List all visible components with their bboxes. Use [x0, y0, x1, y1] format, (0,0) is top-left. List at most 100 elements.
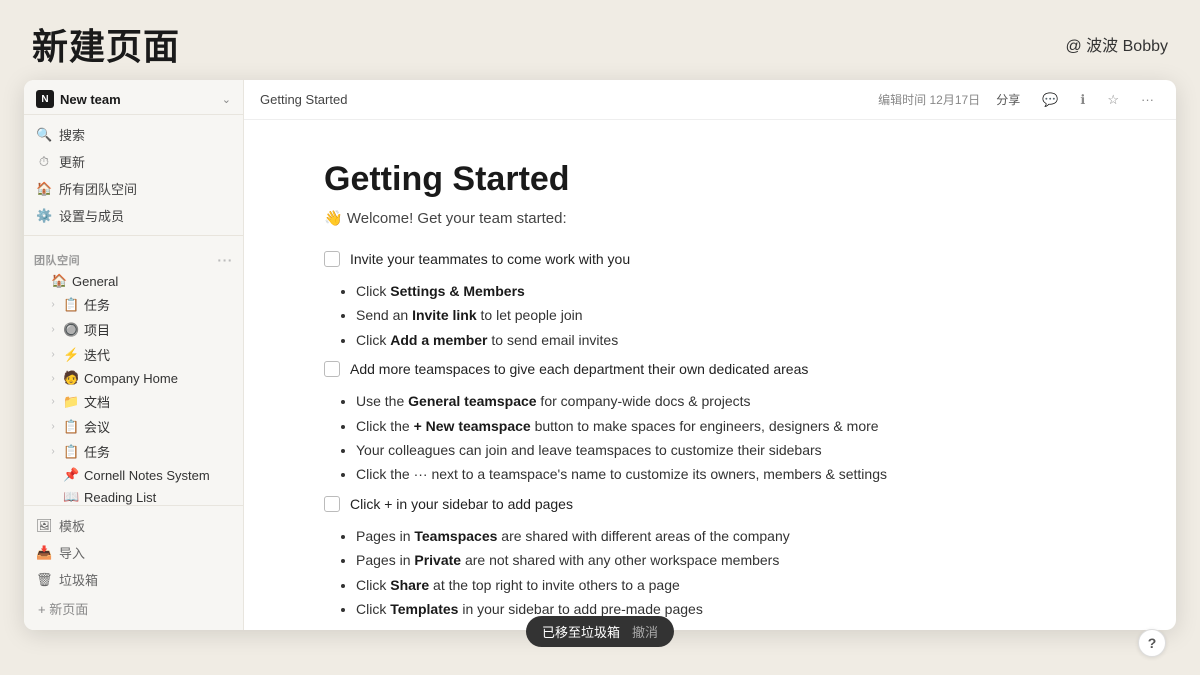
templates-icon: 🖼: [36, 518, 52, 534]
company-home-label: Company Home: [84, 371, 231, 386]
checklist-item-1: Invite your teammates to come work with …: [324, 249, 1096, 270]
iteration-icon: ⚡: [63, 347, 79, 363]
workspace-caret-icon: ⌄: [222, 93, 231, 106]
iteration-label: 迭代: [84, 345, 231, 364]
checkbox-3[interactable]: [324, 496, 340, 512]
sidebar-divider-1: [24, 235, 243, 236]
sidebar-item-meetings[interactable]: › 📋 会议: [28, 414, 239, 439]
tasks1-icon: 📋: [63, 297, 79, 313]
projects-icon: 🔘: [63, 322, 79, 338]
sidebar-item-reading-list[interactable]: 📖 Reading List: [28, 486, 239, 505]
breadcrumb: Getting Started: [260, 92, 347, 107]
list-item: Click Share at the top right to invite o…: [356, 574, 1096, 596]
nav-updates[interactable]: ⏱ 更新: [28, 148, 239, 175]
sidebar-item-general[interactable]: 🏠 General: [28, 270, 239, 292]
sidebar-item-tasks2[interactable]: › 📋 任务: [28, 439, 239, 464]
notion-logo: N: [36, 90, 54, 108]
nav-search[interactable]: 🔍 搜索: [28, 121, 239, 148]
sidebar-tree: 🏠 General › 📋 任务 › 🔘 项目 › ⚡ 迭代 › 🧑 C: [24, 270, 243, 505]
checklist-text-1: Invite your teammates to come work with …: [350, 249, 630, 270]
tasks1-arrow: ›: [48, 299, 58, 310]
workspace-name: New team: [60, 92, 216, 107]
list-item: Click Templates in your sidebar to add p…: [356, 598, 1096, 620]
nav-all-teamspaces[interactable]: 🏠 所有团队空间: [28, 175, 239, 202]
list-item: Click the ··· next to a teamspace's name…: [356, 463, 1096, 485]
general-label: General: [72, 274, 231, 289]
sidebar-item-iteration[interactable]: › ⚡ 迭代: [28, 342, 239, 367]
doc-subtitle: 👋 Welcome! Get your team started:: [324, 209, 1096, 227]
checklist-text-3: Click + in your sidebar to add pages: [350, 494, 573, 515]
updates-icon: ⏱: [36, 154, 52, 170]
toast-text: 已移至垃圾箱: [542, 622, 620, 641]
sidebar-item-tasks1[interactable]: › 📋 任务: [28, 292, 239, 317]
list-item: Use the General teamspace for company-wi…: [356, 390, 1096, 412]
help-button[interactable]: ?: [1138, 629, 1166, 657]
footer-import[interactable]: 📥 导入: [28, 539, 239, 566]
import-label: 导入: [59, 543, 85, 562]
list-item: Click Settings & Members: [356, 280, 1096, 302]
info-button[interactable]: ℹ: [1074, 89, 1091, 111]
meetings-icon: 📋: [63, 419, 79, 435]
sidebar: N New team ⌄ 🔍 搜索 ⏱ 更新 🏠 所有团队空间 ⚙️ 设置与成员: [24, 80, 244, 630]
sidebar-item-docs[interactable]: › 📁 文档: [28, 389, 239, 414]
bullet-list-3: Pages in Teamspaces are shared with diff…: [356, 525, 1096, 621]
bullet-list-1: Click Settings & Members Send an Invite …: [356, 280, 1096, 351]
list-item: Pages in Private are not shared with any…: [356, 549, 1096, 571]
sidebar-item-company-home[interactable]: › 🧑 Company Home: [28, 367, 239, 389]
tasks2-label: 任务: [84, 442, 231, 461]
trash-label: 垃圾箱: [59, 570, 98, 589]
toolbar-actions: 编辑时间 12月17日 分享 💬 ℹ ☆ ···: [878, 88, 1160, 111]
general-icon: 🏠: [51, 273, 67, 289]
comment-button[interactable]: 💬: [1036, 89, 1064, 111]
checkbox-1[interactable]: [324, 251, 340, 267]
doc-title: Getting Started: [324, 160, 1096, 199]
projects-arrow: ›: [48, 324, 58, 335]
company-home-icon: 🧑: [63, 370, 79, 386]
reading-list-icon: 📖: [63, 489, 79, 505]
nav-settings[interactable]: ⚙️ 设置与成员: [28, 202, 239, 229]
search-icon: 🔍: [36, 127, 52, 143]
checklist-item-2: Add more teamspaces to give each departm…: [324, 359, 1096, 380]
bullet-list-2: Use the General teamspace for company-wi…: [356, 390, 1096, 486]
sidebar-footer: 🖼 模板 📥 导入 🗑 垃圾箱 + 新页面: [24, 505, 243, 630]
workspace-header[interactable]: N New team ⌄: [24, 80, 243, 115]
tasks2-arrow: ›: [48, 446, 58, 457]
main-content: Getting Started 编辑时间 12月17日 分享 💬 ℹ ☆ ···…: [244, 80, 1176, 630]
iteration-arrow: ›: [48, 349, 58, 360]
checklist-item-3: Click + in your sidebar to add pages: [324, 494, 1096, 515]
nav-updates-label: 更新: [59, 152, 85, 171]
share-button[interactable]: 分享: [990, 88, 1026, 111]
more-button[interactable]: ···: [1135, 89, 1160, 110]
top-bar: 新建页面 @ 波波 Bobby: [0, 0, 1200, 80]
content-toolbar: Getting Started 编辑时间 12月17日 分享 💬 ℹ ☆ ···: [244, 80, 1176, 120]
cornell-notes-icon: 📌: [63, 467, 79, 483]
app-window: N New team ⌄ 🔍 搜索 ⏱ 更新 🏠 所有团队空间 ⚙️ 设置与成员: [24, 80, 1176, 630]
list-item: Your colleagues can join and leave teams…: [356, 439, 1096, 461]
content-body: Getting Started 👋 Welcome! Get your team…: [244, 120, 1176, 630]
meetings-label: 会议: [84, 417, 231, 436]
projects-label: 项目: [84, 320, 231, 339]
sidebar-item-projects[interactable]: › 🔘 项目: [28, 317, 239, 342]
star-button[interactable]: ☆: [1101, 89, 1125, 111]
list-item: Click Add a member to send email invites: [356, 329, 1096, 351]
settings-icon: ⚙️: [36, 208, 52, 224]
footer-templates[interactable]: 🖼 模板: [28, 512, 239, 539]
nav-all-teamspaces-label: 所有团队空间: [59, 179, 137, 198]
docs-arrow: ›: [48, 396, 58, 407]
cornell-notes-label: Cornell Notes System: [84, 468, 231, 483]
page-title: 新建页面: [32, 18, 180, 70]
tasks2-icon: 📋: [63, 444, 79, 460]
meetings-arrow: ›: [48, 421, 58, 432]
new-page-button[interactable]: + 新页面: [28, 593, 239, 624]
user-info: @ 波波 Bobby: [1065, 32, 1168, 56]
company-home-arrow: ›: [48, 373, 58, 384]
team-section-more-icon[interactable]: ···: [217, 252, 233, 268]
sidebar-item-cornell-notes[interactable]: 📌 Cornell Notes System: [28, 464, 239, 486]
toast-notification: 已移至垃圾箱 撤消: [526, 616, 674, 647]
checklist-text-2: Add more teamspaces to give each departm…: [350, 359, 808, 380]
toast-undo-button[interactable]: 撤消: [632, 622, 658, 641]
footer-trash[interactable]: 🗑 垃圾箱: [28, 566, 239, 593]
trash-icon: 🗑: [36, 572, 52, 588]
sidebar-nav: 🔍 搜索 ⏱ 更新 🏠 所有团队空间 ⚙️ 设置与成员: [24, 115, 243, 229]
checkbox-2[interactable]: [324, 361, 340, 377]
